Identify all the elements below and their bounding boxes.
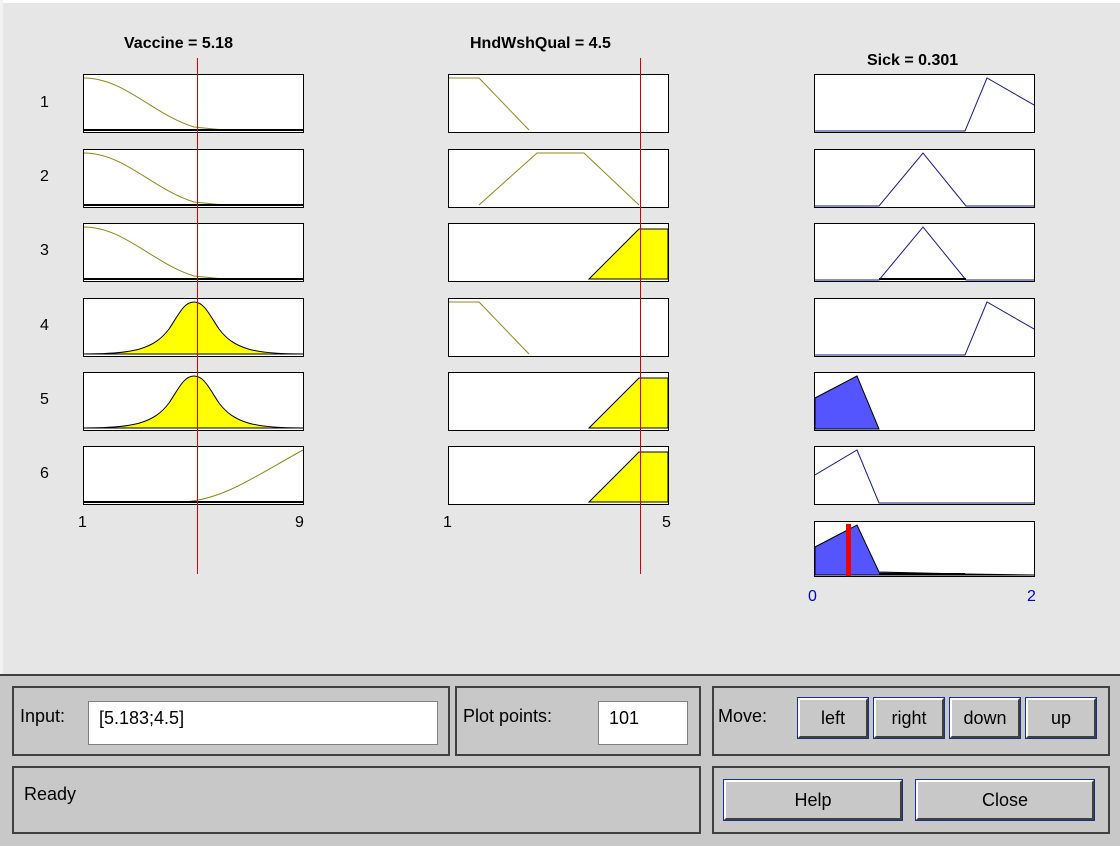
plot-points-field[interactable]: 101 [598,701,688,745]
control-panel: Input: [5.183;4.5] Plot points: 101 Move… [0,674,1120,846]
rule-number-1: 1 [40,94,49,111]
sick-mf-rule-5[interactable] [814,372,1035,431]
hndwshqual-axis-max: 5 [662,514,671,531]
move-down-button[interactable]: down [949,697,1021,739]
rule-number-2: 2 [40,168,49,185]
vaccine-title: Vaccine = 5.18 [124,35,233,52]
sick-mf-rule-3[interactable] [814,223,1035,282]
sick-title: Sick = 0.301 [867,52,959,69]
rule-number-5: 5 [40,391,49,408]
vaccine-mf-rule-6[interactable] [83,446,304,505]
hndwshqual-title: HndWshQual = 4.5 [470,35,611,52]
plot-points-frame: Plot points: 101 [455,686,701,756]
hndwshqual-mf-rule-1[interactable] [448,74,669,133]
close-button[interactable]: Close [915,779,1095,821]
hndwshqual-mf-rule-2[interactable] [448,149,669,208]
vaccine-axis-min: 1 [78,514,87,531]
hndwshqual-mf-rule-6[interactable] [448,446,669,505]
vaccine-mf-rule-2[interactable] [83,149,304,208]
help-button[interactable]: Help [723,779,903,821]
sick-axis-min: 0 [808,588,817,605]
sick-aggregate-output[interactable] [814,521,1035,577]
sick-mf-rule-6[interactable] [814,446,1035,505]
input-field[interactable]: [5.183;4.5] [88,701,438,745]
rule-number-4: 4 [40,317,49,334]
sick-mf-rule-4[interactable] [814,298,1035,357]
vaccine-axis-max: 9 [295,514,304,531]
vaccine-mf-rule-1[interactable] [83,74,304,133]
input-label: Input: [20,706,66,726]
hndwshqual-mf-rule-3[interactable] [448,223,669,282]
sick-mf-rule-2[interactable] [814,149,1035,208]
status-frame: Ready [12,766,701,834]
sick-mf-rule-1[interactable] [814,74,1035,133]
hndwshqual-mf-rule-4[interactable] [448,298,669,357]
rule-number-6: 6 [40,465,49,482]
status-text: Ready [24,784,77,804]
action-frame: Help Close [712,766,1110,834]
vaccine-mf-rule-4[interactable] [83,298,304,357]
input-frame: Input: [5.183;4.5] [12,686,450,756]
move-label: Move: [718,706,768,726]
move-left-button[interactable]: left [797,697,869,739]
rule-number-3: 3 [40,242,49,259]
plot-points-label: Plot points: [463,706,553,726]
move-up-button[interactable]: up [1025,697,1097,739]
hndwshqual-axis-min: 1 [443,514,452,531]
vaccine-value-line[interactable] [197,58,198,574]
vaccine-mf-rule-3[interactable] [83,223,304,282]
vaccine-mf-rule-5[interactable] [83,372,304,431]
window-top-edge [0,0,1120,3]
hndwshqual-mf-rule-5[interactable] [448,372,669,431]
hndwshqual-value-line[interactable] [640,58,641,574]
move-frame: Move: left right down up [712,686,1110,756]
sick-axis-max: 2 [1027,588,1036,605]
move-right-button[interactable]: right [873,697,945,739]
